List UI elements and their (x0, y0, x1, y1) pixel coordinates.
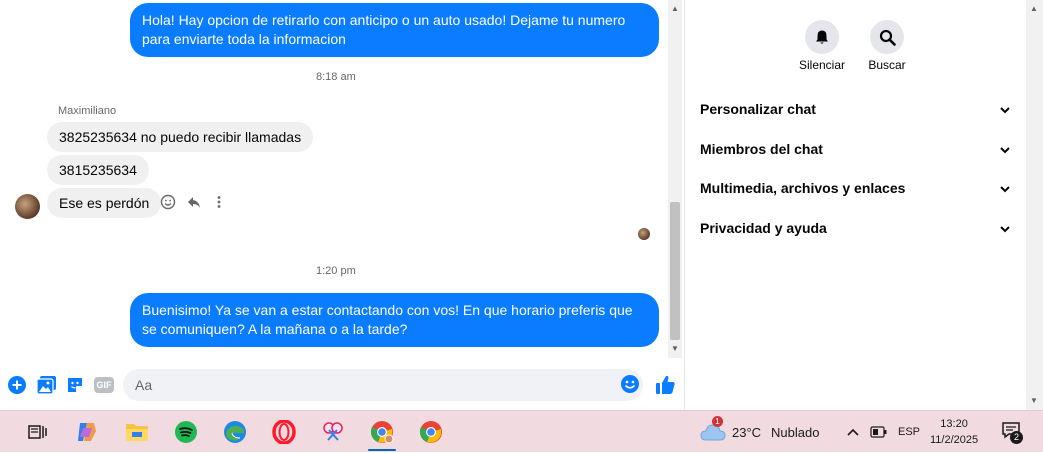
chat-scrollbar[interactable]: ▲ ▼ (668, 0, 682, 358)
chevron-down-icon (1000, 147, 1010, 154)
section-personalize[interactable]: Personalizar chat (700, 101, 1012, 121)
scroll-up-icon[interactable]: ▲ (671, 4, 679, 13)
chevron-down-icon (1000, 226, 1010, 233)
taskbar: 1 23°C Nublado ESP 13:20 11/2/2025 2 (0, 410, 1043, 452)
search-button[interactable] (870, 20, 904, 54)
message-incoming[interactable]: 3825235634 no puedo recibir llamadas (47, 122, 314, 152)
weather-badge: 1 (712, 416, 723, 427)
message-text: 3825235634 no puedo recibir llamadas (59, 129, 302, 145)
temperature: 23°C (732, 424, 762, 440)
message-outgoing[interactable]: Buenisimo! Ya se van a estar contactando… (130, 293, 659, 347)
message-incoming[interactable]: Ese es perdón (47, 188, 162, 218)
active-indicator (368, 449, 396, 451)
emoji-icon[interactable] (620, 374, 640, 394)
scroll-up-icon[interactable]: ▲ (1030, 4, 1038, 13)
avatar[interactable] (15, 194, 40, 219)
gif-icon[interactable]: GIF (93, 374, 115, 396)
weather-text: Nublado (771, 424, 820, 440)
mute-label: Silenciar (798, 58, 846, 72)
sender-name: Maximiliano (58, 105, 117, 117)
search-icon (879, 29, 896, 46)
chevron-down-icon (1000, 107, 1010, 114)
chat-thread: Hola! Hay opcion de retirarlo con antici… (0, 0, 668, 360)
message-text: Ese es perdón (59, 195, 150, 211)
chevron-down-icon (1000, 186, 1010, 193)
snipping-tool-icon[interactable] (320, 419, 346, 445)
section-media[interactable]: Multimedia, archivos y enlaces (700, 180, 1012, 200)
chrome-profile-icon[interactable] (369, 419, 395, 445)
message-text: Buenisimo! Ya se van a estar contactando… (142, 302, 633, 337)
timestamp: 1:20 pm (316, 265, 356, 277)
section-privacy[interactable]: Privacidad y ayuda (700, 220, 1012, 240)
clock-time: 13:20 (940, 418, 968, 430)
message-text: Hola! Hay opcion de retirarlo con antici… (142, 12, 626, 47)
scroll-down-icon[interactable]: ▼ (671, 344, 679, 353)
language-indicator[interactable]: ESP (898, 411, 920, 453)
scroll-down-icon[interactable]: ▼ (1030, 396, 1038, 405)
task-view-icon[interactable] (24, 419, 50, 445)
react-icon[interactable] (159, 193, 177, 211)
section-label: Privacidad y ayuda (700, 220, 827, 236)
copilot-icon[interactable] (74, 419, 100, 445)
chrome-icon[interactable] (418, 419, 444, 445)
section-members[interactable]: Miembros del chat (700, 141, 1012, 161)
timestamp: 8:18 am (316, 71, 356, 83)
spotify-icon[interactable] (173, 419, 199, 445)
notification-icon[interactable]: 2 (1000, 411, 1024, 453)
section-label: Miembros del chat (700, 141, 823, 157)
message-outgoing[interactable]: Hola! Hay opcion de retirarlo con antici… (130, 3, 659, 57)
sticker-icon[interactable] (64, 374, 86, 396)
clock-date: 11/2/2025 (930, 434, 979, 446)
read-receipt-avatar (638, 228, 650, 240)
page-scrollbar[interactable]: ▲ ▼ (1026, 0, 1043, 410)
section-label: Multimedia, archivos y enlaces (700, 180, 906, 196)
chat-info-panel: Silenciar Buscar Personalizar chat Miemb… (685, 0, 1026, 410)
section-label: Personalizar chat (700, 101, 816, 117)
gif-label: GIF (94, 377, 114, 393)
bell-icon (816, 30, 828, 44)
file-explorer-icon[interactable] (124, 419, 150, 445)
tray-overflow-icon[interactable] (846, 411, 860, 453)
weather-widget[interactable]: 1 23°C Nublado (700, 411, 819, 453)
message-input[interactable]: Aa (123, 369, 643, 401)
clock[interactable]: 13:20 11/2/2025 (930, 411, 978, 453)
battery-icon[interactable] (870, 411, 887, 453)
message-text: 3815235634 (59, 162, 137, 178)
more-icon[interactable] (210, 193, 228, 211)
notification-count: 2 (1010, 431, 1023, 444)
composer: GIF Aa (0, 360, 684, 410)
message-incoming[interactable]: 3815235634 (47, 155, 149, 185)
photo-icon[interactable] (35, 374, 57, 396)
mute-button[interactable] (805, 20, 839, 54)
cloud-icon: 1 (700, 416, 726, 442)
opera-icon[interactable] (271, 419, 297, 445)
edge-icon[interactable] (222, 419, 248, 445)
scroll-thumb[interactable] (670, 202, 680, 340)
reply-icon[interactable] (185, 193, 203, 211)
like-icon[interactable] (654, 373, 676, 395)
search-label: Buscar (868, 58, 906, 72)
plus-icon[interactable] (6, 374, 28, 396)
